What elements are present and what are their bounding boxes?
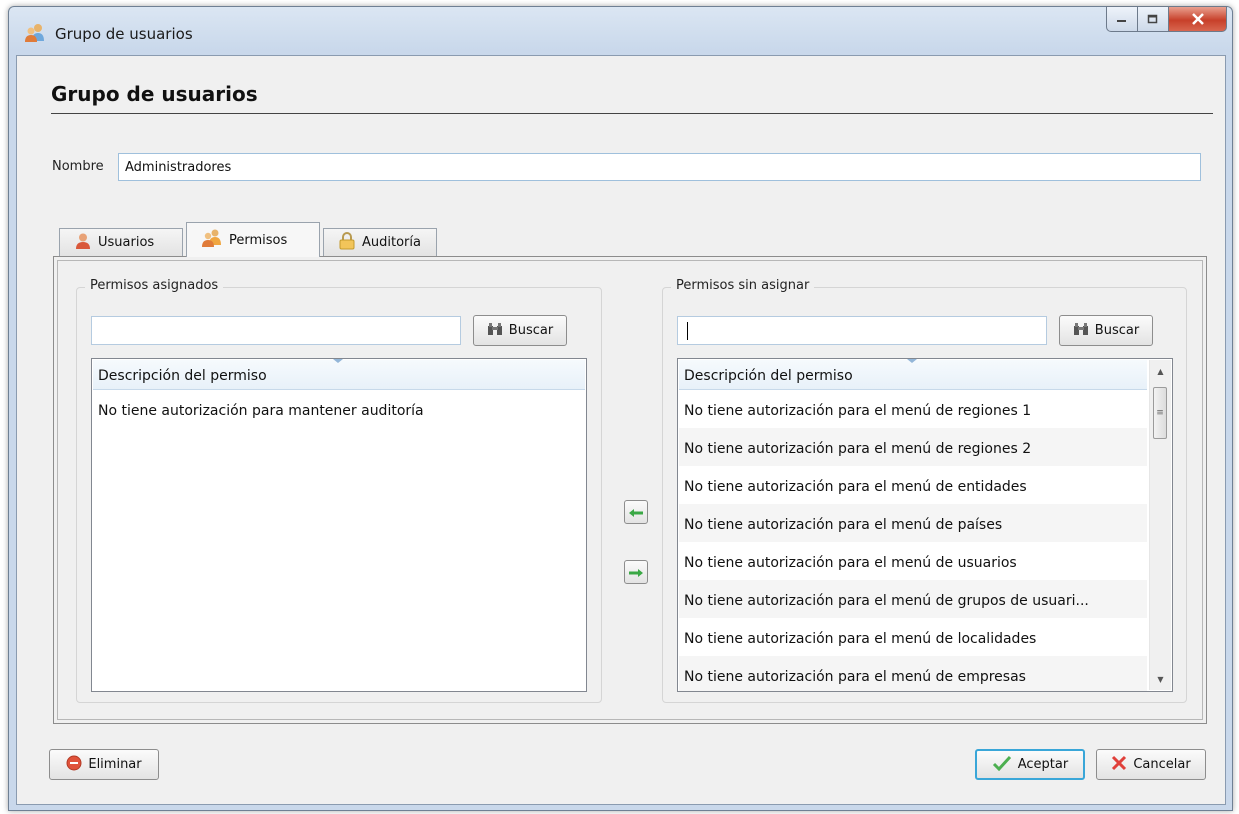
arrow-left-icon xyxy=(628,503,644,522)
nombre-input[interactable]: Administradores xyxy=(118,153,1201,181)
users-group-icon xyxy=(24,23,44,43)
lock-icon xyxy=(338,231,356,254)
cancel-button[interactable]: Cancelar xyxy=(1096,749,1206,780)
list-item[interactable]: No tiene autorización para el menú de gr… xyxy=(679,580,1147,618)
column-header[interactable]: Descripción del permiso xyxy=(679,360,1147,390)
unassigned-permissions-list[interactable]: Descripción del permiso No tiene autoriz… xyxy=(677,358,1173,692)
sort-indicator-icon xyxy=(333,359,343,363)
list-item[interactable]: No tiene autorización para el menú de em… xyxy=(679,656,1147,691)
title-bar[interactable]: Grupo de usuarios xyxy=(9,6,1232,55)
accept-button-label: Aceptar xyxy=(1017,757,1069,772)
scroll-down-arrow-icon[interactable]: ▼ xyxy=(1150,670,1171,688)
minus-circle-icon xyxy=(66,755,82,775)
minimize-button[interactable] xyxy=(1106,6,1137,32)
user-icon xyxy=(74,233,92,253)
column-header-label: Descripción del permiso xyxy=(98,368,267,384)
list-item[interactable]: No tiene autorización para el menú de lo… xyxy=(679,618,1147,656)
binoculars-icon xyxy=(487,322,503,340)
search-button-label: Buscar xyxy=(1094,323,1140,338)
checkmark-icon xyxy=(992,755,1012,775)
unassigned-search-input[interactable] xyxy=(677,316,1047,345)
move-right-button[interactable] xyxy=(624,560,648,584)
binoculars-icon xyxy=(1073,322,1089,340)
arrow-right-icon xyxy=(628,563,644,582)
sort-indicator-icon xyxy=(907,359,917,363)
cancel-button-label: Cancelar xyxy=(1133,757,1191,772)
vertical-scrollbar[interactable]: ▲ ≡ ▼ xyxy=(1149,360,1171,690)
cross-icon xyxy=(1111,755,1127,775)
users-group-icon xyxy=(201,229,223,251)
group-title: Permisos asignados xyxy=(85,278,224,293)
nombre-label: Nombre xyxy=(52,159,104,174)
close-button[interactable] xyxy=(1169,6,1227,32)
assigned-permissions-group: Permisos asignados Buscar Descripción de… xyxy=(76,278,602,703)
dialog-body: Grupo de usuarios Nombre Administradores… xyxy=(16,55,1226,805)
list-item[interactable]: No tiene autorización para el menú de us… xyxy=(679,542,1147,580)
window-controls xyxy=(1106,6,1227,32)
window-title: Grupo de usuarios xyxy=(55,25,193,43)
tab-permisos-label: Permisos xyxy=(229,232,288,248)
search-button-label: Buscar xyxy=(508,323,554,338)
list-item[interactable]: No tiene autorización para el menú de re… xyxy=(679,390,1147,428)
column-header-label: Descripción del permiso xyxy=(684,368,853,384)
assigned-search-button[interactable]: Buscar xyxy=(473,315,567,346)
delete-button-label: Eliminar xyxy=(88,757,142,772)
column-header[interactable]: Descripción del permiso xyxy=(93,360,585,390)
text-caret xyxy=(687,322,688,340)
heading-divider xyxy=(51,113,1213,114)
accept-button[interactable]: Aceptar xyxy=(975,749,1085,780)
page-title: Grupo de usuarios xyxy=(51,82,258,106)
tab-auditoria-label: Auditoría xyxy=(362,235,421,250)
tab-usuarios[interactable]: Usuarios xyxy=(59,228,183,256)
tab-permisos[interactable]: Permisos xyxy=(186,222,320,257)
assigned-permissions-list[interactable]: Descripción del permiso No tiene autoriz… xyxy=(91,358,587,692)
tab-auditoria[interactable]: Auditoría xyxy=(323,228,437,256)
scroll-thumb[interactable]: ≡ xyxy=(1153,387,1167,439)
permisos-tab-panel: Permisos asignados Buscar Descripción de… xyxy=(53,256,1207,724)
maximize-button[interactable] xyxy=(1137,6,1169,32)
move-left-button[interactable] xyxy=(624,500,648,524)
list-item[interactable]: No tiene autorización para el menú de en… xyxy=(679,466,1147,504)
unassigned-permissions-group: Permisos sin asignar Buscar Descripción … xyxy=(662,278,1187,703)
dialog-window: Grupo de usuarios Grupo de usuarios Nomb… xyxy=(8,6,1233,811)
assigned-search-input[interactable] xyxy=(91,316,461,345)
list-item[interactable]: No tiene autorización para mantener audi… xyxy=(93,390,585,428)
group-title: Permisos sin asignar xyxy=(671,278,815,293)
unassigned-search-button[interactable]: Buscar xyxy=(1059,315,1153,346)
delete-button[interactable]: Eliminar xyxy=(49,749,159,780)
scroll-up-arrow-icon[interactable]: ▲ xyxy=(1150,362,1171,380)
list-item[interactable]: No tiene autorización para el menú de re… xyxy=(679,428,1147,466)
tab-usuarios-label: Usuarios xyxy=(98,235,155,250)
list-item[interactable]: No tiene autorización para el menú de pa… xyxy=(679,504,1147,542)
